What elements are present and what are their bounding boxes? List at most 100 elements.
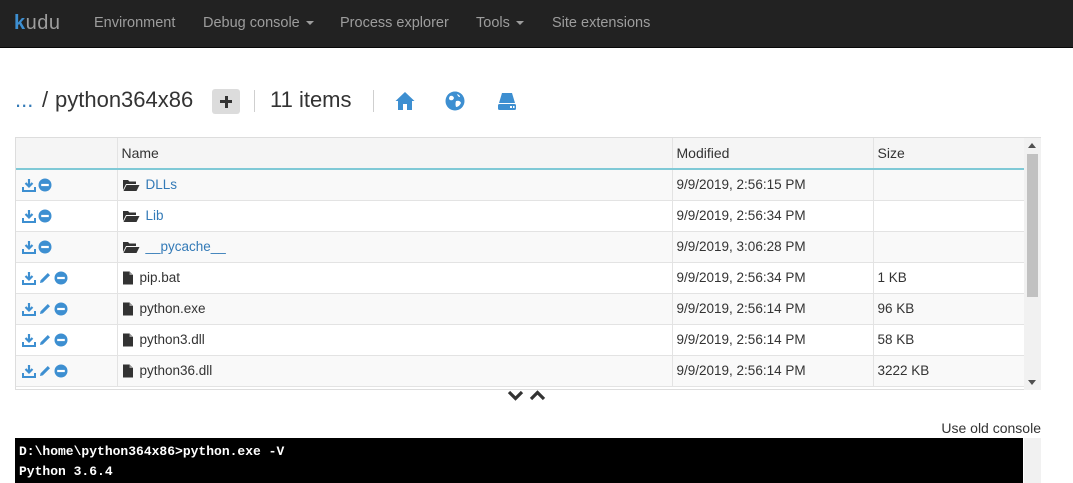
edit-pencil-icon[interactable] <box>38 364 52 378</box>
console-output[interactable]: D:\home\python364x86>python.exe -V Pytho… <box>15 438 1023 483</box>
nav-site-extensions[interactable]: Site extensions <box>552 0 650 48</box>
console-line: Python 3.6.4 <box>19 464 113 479</box>
file-table: Name Modified Size DLLs 9/9/2019, 2:56:15… <box>15 137 1041 390</box>
delete-icon[interactable] <box>54 271 68 285</box>
delete-icon[interactable] <box>38 209 52 223</box>
folder-link[interactable]: __pycache__ <box>146 239 226 254</box>
use-old-console-link[interactable]: Use old console <box>941 420 1041 436</box>
edit-pencil-icon[interactable] <box>38 271 52 285</box>
home-icon[interactable] <box>394 90 416 112</box>
delete-icon[interactable] <box>38 178 52 192</box>
row-actions <box>16 169 118 201</box>
scroll-down-icon[interactable] <box>1028 380 1036 385</box>
breadcrumb-separator: / <box>42 87 49 112</box>
chevron-down-icon[interactable] <box>507 390 524 401</box>
nav-debug-console[interactable]: Debug console <box>203 0 314 48</box>
table-row: DLLs 9/9/2019, 2:56:15 PM <box>16 169 1026 201</box>
path-bar: ... / python364x86 11 items <box>15 82 575 118</box>
folder-open-icon <box>122 180 139 192</box>
table-row: python.exe 9/9/2019, 2:56:14 PM 96 KB <box>16 293 1026 325</box>
scrollbar-thumb[interactable] <box>1027 154 1038 297</box>
size-cell: 96 KB <box>873 293 1026 325</box>
size-cell <box>873 231 1026 263</box>
scroll-up-icon[interactable] <box>1028 143 1036 148</box>
top-navbar: kudu Environment Debug console Process e… <box>0 0 1073 48</box>
column-name[interactable]: Name <box>117 138 673 170</box>
breadcrumb-up[interactable]: ... <box>15 86 33 114</box>
kudu-logo-text: udu <box>25 12 61 34</box>
folder-link[interactable]: DLLs <box>146 177 178 192</box>
modified-cell: 9/9/2019, 2:56:34 PM <box>672 200 874 232</box>
table-scrollbar[interactable] <box>1024 138 1041 390</box>
nav-environment[interactable]: Environment <box>94 0 175 48</box>
delete-icon[interactable] <box>54 364 68 378</box>
download-icon[interactable] <box>22 240 36 255</box>
size-cell <box>873 200 1026 232</box>
size-cell: 3222 KB <box>873 355 1026 387</box>
column-modified[interactable]: Modified <box>672 138 874 170</box>
modified-cell: 9/9/2019, 2:56:14 PM <box>672 293 874 325</box>
name-cell: pip.bat <box>117 262 673 294</box>
size-cell: 1 KB <box>873 262 1026 294</box>
file-icon <box>122 271 133 285</box>
row-actions <box>16 355 118 387</box>
row-actions <box>16 200 118 232</box>
file-name[interactable]: python3.dll <box>140 332 205 347</box>
kudu-logo[interactable]: kudu <box>14 10 61 36</box>
drive-icon[interactable] <box>496 90 518 112</box>
name-cell: python36.dll <box>117 355 673 387</box>
size-cell <box>873 169 1026 201</box>
name-cell: DLLs <box>117 169 673 201</box>
add-item-button[interactable] <box>212 89 240 114</box>
panel-resizer[interactable] <box>506 388 548 404</box>
download-icon[interactable] <box>22 209 36 224</box>
row-actions <box>16 231 118 263</box>
name-cell: python3.dll <box>117 324 673 356</box>
globe-icon[interactable] <box>444 90 466 112</box>
chevron-up-icon[interactable] <box>529 390 546 401</box>
divider <box>254 90 255 112</box>
nav-process-explorer[interactable]: Process explorer <box>340 0 449 48</box>
modified-cell: 9/9/2019, 2:56:34 PM <box>672 262 874 294</box>
name-cell: __pycache__ <box>117 231 673 263</box>
row-actions <box>16 293 118 325</box>
nav-tools[interactable]: Tools <box>476 0 524 48</box>
download-icon[interactable] <box>22 364 36 379</box>
console-scrollbar[interactable] <box>1024 438 1041 483</box>
folder-link[interactable]: Lib <box>146 208 164 223</box>
item-count: 11 items <box>270 87 352 112</box>
caret-down-icon <box>515 21 524 26</box>
row-actions <box>16 262 118 294</box>
file-name[interactable]: pip.bat <box>140 270 181 285</box>
download-icon[interactable] <box>22 271 36 286</box>
file-name[interactable]: python36.dll <box>140 363 213 378</box>
divider <box>373 90 374 112</box>
table-header-row: Name Modified Size <box>16 138 1026 170</box>
column-actions <box>16 138 118 170</box>
name-cell: python.exe <box>117 293 673 325</box>
file-name[interactable]: python.exe <box>140 301 206 316</box>
delete-icon[interactable] <box>54 302 68 316</box>
table-row: Lib 9/9/2019, 2:56:34 PM <box>16 200 1026 232</box>
console-line: D:\home\python364x86>python.exe -V <box>19 444 285 459</box>
delete-icon[interactable] <box>54 333 68 347</box>
modified-cell: 9/9/2019, 2:56:14 PM <box>672 324 874 356</box>
modified-cell: 9/9/2019, 2:56:15 PM <box>672 169 874 201</box>
name-cell: Lib <box>117 200 673 232</box>
modified-cell: 9/9/2019, 2:56:14 PM <box>672 355 874 387</box>
column-size[interactable]: Size <box>873 138 1026 170</box>
table-row: __pycache__ 9/9/2019, 3:06:28 PM <box>16 231 1026 263</box>
edit-pencil-icon[interactable] <box>38 302 52 316</box>
download-icon[interactable] <box>22 178 36 193</box>
edit-pencil-icon[interactable] <box>38 333 52 347</box>
delete-icon[interactable] <box>38 240 52 254</box>
row-actions <box>16 324 118 356</box>
folder-open-icon <box>122 242 139 254</box>
download-icon[interactable] <box>22 333 36 348</box>
modified-cell: 9/9/2019, 3:06:28 PM <box>672 231 874 263</box>
table-row: pip.bat 9/9/2019, 2:56:34 PM 1 KB <box>16 262 1026 294</box>
file-icon <box>122 302 133 316</box>
file-icon <box>122 364 133 378</box>
kudu-logo-mark: k <box>14 12 26 34</box>
download-icon[interactable] <box>22 302 36 317</box>
